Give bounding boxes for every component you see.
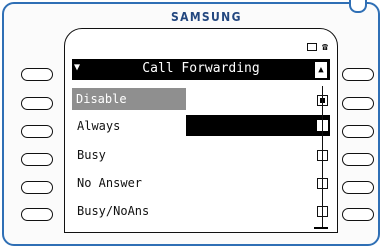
list-item-label: Disable: [72, 88, 186, 110]
list-item-no-answer[interactable]: No Answer: [72, 171, 330, 195]
list-item-busy-noans[interactable]: Busy/NoAns: [72, 199, 330, 223]
softkey-left-5[interactable]: [21, 181, 53, 194]
softkey-left-2[interactable]: [21, 97, 53, 110]
handset-icon: ☎: [321, 42, 328, 53]
list-item-disable[interactable]: Disable: [72, 88, 330, 112]
scrollbar-track[interactable]: [322, 86, 323, 229]
scrollbar-thumb[interactable]: [314, 227, 328, 229]
softkey-right-3[interactable]: [342, 125, 374, 138]
list-item-label: Busy: [77, 148, 106, 162]
softkey-left-3[interactable]: [21, 125, 53, 138]
brand-logo: SAMSUNG: [171, 10, 242, 24]
softkey-left-6[interactable]: [21, 208, 53, 221]
softkey-right-6[interactable]: [342, 208, 374, 221]
page-title: Call Forwarding: [142, 61, 260, 76]
envelope-icon: [306, 43, 317, 51]
title-bar: ▼ Call Forwarding ▲: [72, 59, 330, 80]
scroll-up-icon[interactable]: ▲: [315, 62, 327, 78]
list-item-busy[interactable]: Busy: [72, 143, 330, 167]
status-bar: ☎: [306, 42, 328, 53]
softkey-right-4[interactable]: [342, 153, 374, 166]
list-item-label: No Answer: [77, 176, 143, 190]
list-item-label: Busy/NoAns: [77, 204, 150, 218]
softkey-left-1[interactable]: [21, 68, 53, 81]
lcd-screen: ☎ ▼ Call Forwarding ▲ Disable Always Bus…: [72, 40, 330, 229]
softkey-right-1[interactable]: [342, 68, 374, 81]
softkey-right-2[interactable]: [342, 97, 374, 110]
softkey-left-4[interactable]: [21, 153, 53, 166]
list-item-always[interactable]: Always: [72, 114, 330, 138]
list-item-label: Always: [77, 119, 121, 133]
softkey-right-5[interactable]: [342, 181, 374, 194]
